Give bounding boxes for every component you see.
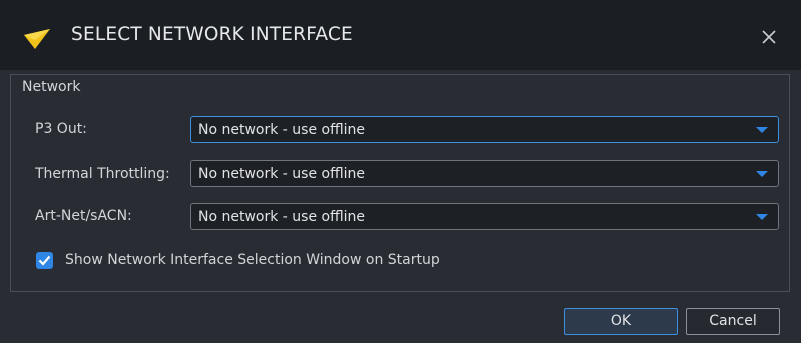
show-on-startup-checkbox[interactable] [36, 252, 53, 269]
cancel-button[interactable]: Cancel [686, 308, 780, 335]
select-network-interface-dialog: SELECT NETWORK INTERFACE Network P3 Out:… [0, 0, 801, 343]
chevron-down-icon [756, 127, 768, 133]
ok-button[interactable]: OK [564, 308, 678, 335]
artnet-sacn-select-value: No network - use offline [198, 209, 366, 225]
window-title: SELECT NETWORK INTERFACE [71, 24, 353, 45]
network-group-label: Network [22, 79, 81, 95]
p3-out-label: P3 Out: [35, 121, 87, 137]
checkmark-icon [38, 255, 51, 266]
thermal-throttling-label: Thermal Throttling: [35, 166, 170, 182]
thermal-throttling-select-value: No network - use offline [198, 166, 366, 182]
artnet-sacn-label: Art-Net/sACN: [35, 208, 132, 224]
p3-out-select[interactable]: No network - use offline [190, 116, 779, 143]
artnet-sacn-select[interactable]: No network - use offline [190, 203, 779, 230]
show-on-startup-label[interactable]: Show Network Interface Selection Window … [65, 252, 440, 268]
thermal-throttling-select[interactable]: No network - use offline [190, 160, 779, 187]
chevron-down-icon [756, 214, 768, 220]
p3-out-select-value: No network - use offline [198, 122, 366, 138]
close-icon[interactable] [758, 26, 780, 48]
chevron-down-icon [756, 171, 768, 177]
title-bar[interactable]: SELECT NETWORK INTERFACE [0, 0, 801, 70]
app-logo-icon [24, 29, 50, 49]
